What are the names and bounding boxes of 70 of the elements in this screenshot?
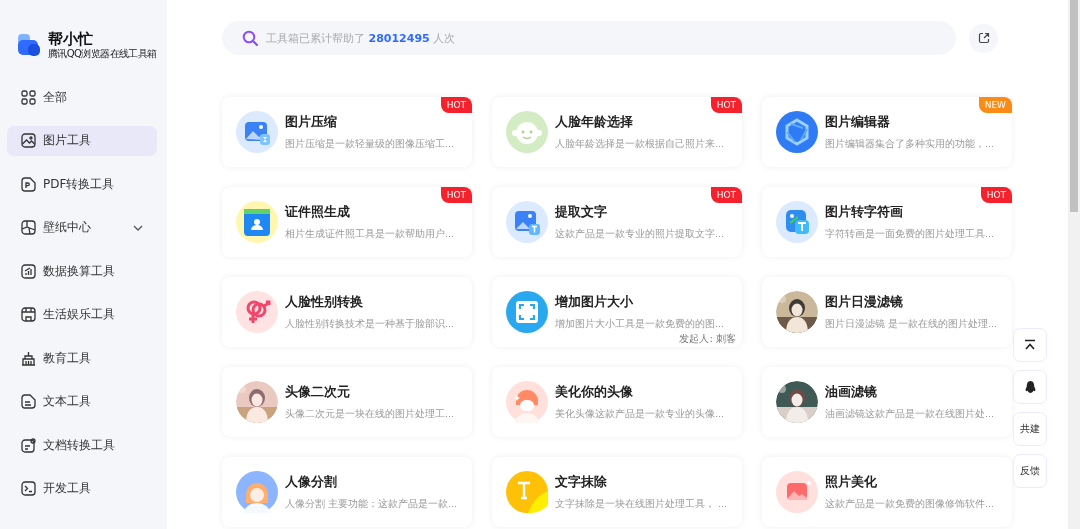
image-compress-icon	[236, 111, 278, 153]
tool-title: 美化你的头像	[555, 383, 634, 401]
document-icon	[21, 437, 36, 453]
side-action-button[interactable]: 共建	[1013, 412, 1047, 446]
image-icon	[21, 133, 36, 148]
pdf-file-icon	[21, 176, 36, 192]
penguin-icon	[1024, 380, 1036, 394]
tool-title: 文字抹除	[555, 473, 608, 491]
tool-title: 图片编辑器	[825, 113, 891, 131]
sidebar-item[interactable]: 开发工具	[7, 473, 157, 504]
text-eraser-icon	[506, 471, 548, 513]
hot-badge: HOT	[710, 187, 742, 203]
tool-title: 人脸性别转换	[285, 293, 364, 311]
logo-icon	[18, 34, 40, 56]
hot-badge: HOT	[710, 97, 742, 113]
tool-title: 头像二次元	[285, 383, 351, 401]
scrollbar[interactable]	[1068, 0, 1080, 529]
search-field[interactable]: 工具箱已累计帮助了 28012495 人次	[222, 21, 956, 55]
tool-title: 增加图片大小	[555, 293, 634, 311]
brand-title: 帮小忙	[48, 30, 94, 48]
chart-icon	[21, 263, 36, 279]
share-button[interactable]	[969, 23, 998, 53]
wallpaper-icon	[21, 220, 36, 235]
image-sparkle-icon	[776, 471, 818, 513]
image-text-icon	[506, 201, 548, 243]
sidebar-item[interactable]: 全部	[7, 82, 157, 112]
baby-face-icon	[506, 111, 548, 153]
building-icon	[21, 350, 36, 366]
tool-title: 图片转字符画	[825, 203, 904, 221]
gender-symbol-icon	[236, 291, 278, 333]
tool-title: 照片美化	[825, 473, 878, 491]
hot-badge: HOT	[440, 187, 472, 203]
search-icon	[242, 30, 258, 46]
id-card-icon	[236, 201, 278, 243]
author-label: 发起人: 刺客	[679, 332, 736, 346]
penguin-button[interactable]	[1013, 370, 1047, 404]
sidebar-item[interactable]: 壁纸中心	[7, 212, 157, 243]
terminal-icon	[21, 481, 36, 496]
side-action-button[interactable]: 反馈	[1013, 454, 1047, 488]
sidebar-item[interactable]: 教育工具	[7, 343, 157, 373]
aperture-icon	[776, 111, 818, 153]
tool-title: 图片压缩	[285, 113, 338, 131]
tool-title: 人脸年龄选择	[555, 113, 634, 131]
tool-title: 证件照生成	[285, 203, 351, 221]
usage-count-text: 工具箱已累计帮助了 28012495 人次	[266, 30, 456, 46]
hot-badge: HOT	[440, 97, 472, 113]
sidebar-item[interactable]: PDF转换工具	[7, 169, 157, 199]
resize-icon	[506, 291, 548, 333]
avatar-figure-icon	[506, 381, 548, 423]
hot-badge: NEW	[978, 97, 1012, 113]
image-text-icon	[776, 201, 818, 243]
tool-description: 图片编辑器集合了多种实用的功能，...	[825, 137, 995, 151]
tool-title: 油画滤镜	[825, 383, 878, 401]
share-icon	[977, 32, 990, 44]
back-to-top-button[interactable]	[1013, 328, 1047, 362]
tool-title: 图片日漫滤镜	[825, 293, 904, 311]
tool-title: 人像分割	[285, 473, 338, 491]
tool-title: 提取文字	[555, 203, 608, 221]
brand-subtitle: 腾讯QQ浏览器在线工具箱	[48, 48, 157, 60]
sidebar-item[interactable]: 文档转换工具	[7, 430, 157, 460]
sidebar-item[interactable]: 数据换算工具	[7, 256, 157, 286]
document-icon	[21, 394, 36, 409]
sidebar-item[interactable]: 文本工具	[7, 386, 157, 417]
sidebar-item[interactable]: 生活娱乐工具	[7, 299, 157, 330]
hot-badge: HOT	[980, 187, 1012, 203]
grid-icon	[21, 89, 36, 105]
store-icon	[21, 307, 36, 322]
avatar-figure-icon	[236, 471, 278, 513]
sidebar-item[interactable]: 图片工具	[7, 125, 157, 156]
back-to-top-icon	[1024, 339, 1036, 351]
